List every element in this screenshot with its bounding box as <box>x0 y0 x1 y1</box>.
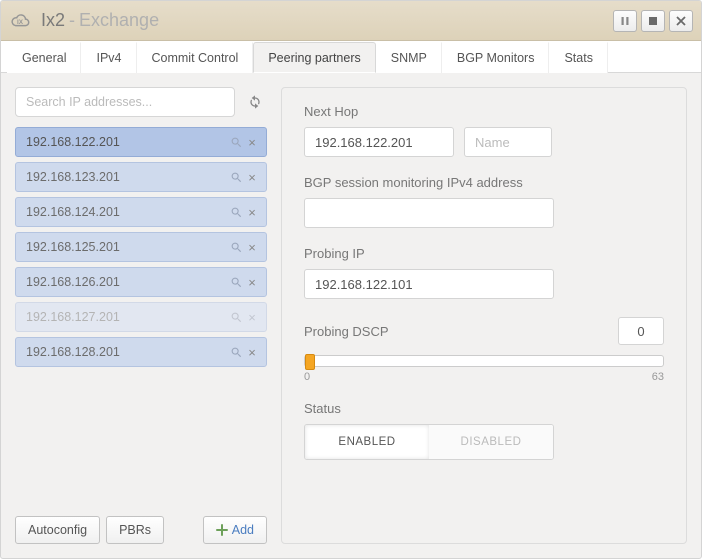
title-separator: - <box>69 10 75 31</box>
ip-list-item[interactable]: 192.168.122.201 × <box>15 127 267 157</box>
bgp-label: BGP session monitoring IPv4 address <box>304 175 664 190</box>
content-body: 192.168.122.201×192.168.123.201×192.168.… <box>1 73 701 558</box>
close-button[interactable] <box>669 10 693 32</box>
detail-panel: Next Hop BGP session monitoring IPv4 add… <box>281 87 687 544</box>
ip-address-text: 192.168.127.201 <box>26 310 228 324</box>
svg-text:IX: IX <box>17 19 24 26</box>
titlebar: IX Ix2 - Exchange <box>1 1 701 41</box>
dscp-label: Probing DSCP <box>304 324 389 339</box>
ip-list-item[interactable]: 192.168.123.201 × <box>15 162 267 192</box>
status-toggle: ENABLED DISABLED <box>304 424 554 460</box>
tab-ipv4[interactable]: IPv4 <box>81 42 136 73</box>
tab-bar: GeneralIPv4Commit ControlPeering partner… <box>1 41 701 73</box>
search-icon[interactable] <box>228 346 244 359</box>
ip-list-item[interactable]: 192.168.127.201 × <box>15 302 267 332</box>
app-window: IX Ix2 - Exchange GeneralIPv4Commit Cont… <box>0 0 702 559</box>
autoconfig-button[interactable]: Autoconfig <box>15 516 100 544</box>
tab-stats[interactable]: Stats <box>549 42 608 73</box>
left-footer: Autoconfig PBRs Add <box>15 508 267 544</box>
tab-bgp-monitors[interactable]: BGP Monitors <box>442 42 550 73</box>
plus-icon <box>216 524 228 536</box>
cloud-ix-icon: IX <box>9 10 31 32</box>
tab-snmp[interactable]: SNMP <box>376 42 442 73</box>
search-icon[interactable] <box>228 171 244 184</box>
ip-address-text: 192.168.126.201 <box>26 275 228 289</box>
ip-address-text: 192.168.128.201 <box>26 345 228 359</box>
remove-icon[interactable]: × <box>244 135 260 150</box>
ip-list: 192.168.122.201×192.168.123.201×192.168.… <box>15 127 267 508</box>
next-hop-label: Next Hop <box>304 104 664 119</box>
ip-list-item[interactable]: 192.168.128.201 × <box>15 337 267 367</box>
pointer-notch <box>281 142 289 159</box>
status-label: Status <box>304 401 664 416</box>
remove-icon[interactable]: × <box>244 170 260 185</box>
bgp-input[interactable] <box>304 198 554 228</box>
tab-general[interactable]: General <box>7 42 81 73</box>
status-disabled-button[interactable]: DISABLED <box>429 425 553 459</box>
dscp-min: 0 <box>304 371 310 383</box>
add-label: Add <box>232 523 254 537</box>
dscp-slider[interactable] <box>304 355 664 367</box>
stop-button[interactable] <box>641 10 665 32</box>
probing-ip-input[interactable] <box>304 269 554 299</box>
ip-address-text: 192.168.124.201 <box>26 205 228 219</box>
refresh-button[interactable] <box>243 90 267 114</box>
tab-peering-partners[interactable]: Peering partners <box>253 42 375 73</box>
ip-list-item[interactable]: 192.168.126.201 × <box>15 267 267 297</box>
search-icon[interactable] <box>228 136 244 149</box>
ip-address-text: 192.168.125.201 <box>26 240 228 254</box>
probing-ip-label: Probing IP <box>304 246 664 261</box>
ip-address-text: 192.168.123.201 <box>26 170 228 184</box>
dscp-slider-thumb[interactable] <box>305 354 315 370</box>
remove-icon[interactable]: × <box>244 240 260 255</box>
remove-icon[interactable]: × <box>244 205 260 220</box>
ip-list-item[interactable]: 192.168.125.201 × <box>15 232 267 262</box>
dscp-value-input[interactable] <box>618 317 664 345</box>
status-enabled-button[interactable]: ENABLED <box>305 425 429 459</box>
title-main: Ix2 <box>41 10 65 31</box>
ip-list-item[interactable]: 192.168.124.201 × <box>15 197 267 227</box>
search-icon[interactable] <box>228 241 244 254</box>
pause-button[interactable] <box>613 10 637 32</box>
search-icon[interactable] <box>228 276 244 289</box>
remove-icon[interactable]: × <box>244 345 260 360</box>
remove-icon[interactable]: × <box>244 275 260 290</box>
title-sub: Exchange <box>79 10 159 31</box>
remove-icon[interactable]: × <box>244 310 260 325</box>
search-icon[interactable] <box>228 311 244 324</box>
left-panel: 192.168.122.201×192.168.123.201×192.168.… <box>15 87 267 544</box>
tab-commit-control[interactable]: Commit Control <box>137 42 254 73</box>
search-icon[interactable] <box>228 206 244 219</box>
next-hop-ip-input[interactable] <box>304 127 454 157</box>
dscp-max: 63 <box>652 371 664 383</box>
ip-address-text: 192.168.122.201 <box>26 135 228 149</box>
search-input[interactable] <box>15 87 235 117</box>
add-button[interactable]: Add <box>203 516 267 544</box>
next-hop-name-input[interactable] <box>464 127 552 157</box>
pbrs-button[interactable]: PBRs <box>106 516 164 544</box>
